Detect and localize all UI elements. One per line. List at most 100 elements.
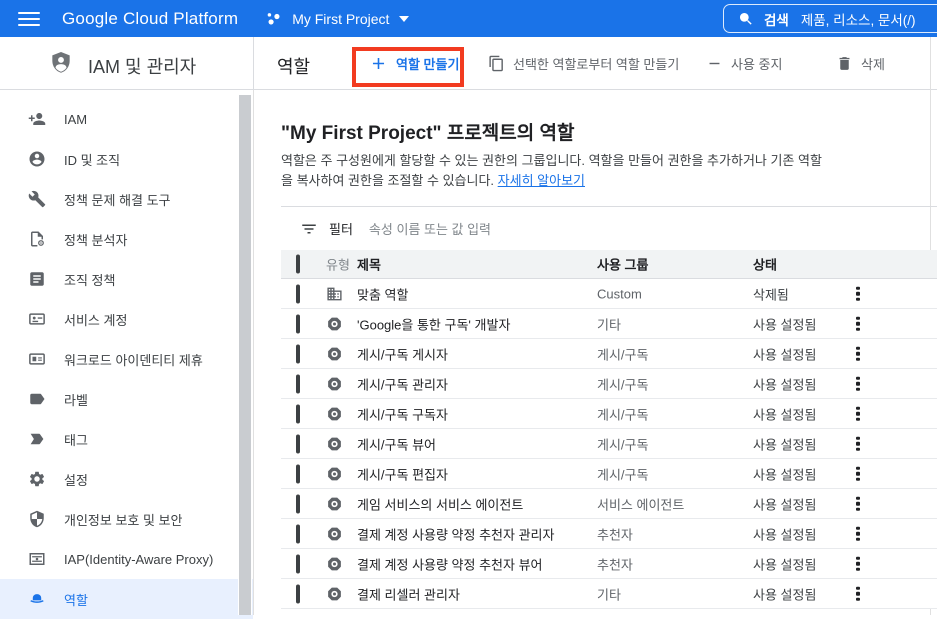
row-menu-icon[interactable]: [853, 433, 863, 454]
select-all-checkbox[interactable]: [296, 255, 300, 274]
filter-input[interactable]: 필터 속성 이름 또는 값 입력: [281, 207, 937, 250]
doc-gear-icon: [28, 230, 46, 248]
sidebar-item-workload-identity[interactable]: 워크로드 아이덴티티 제휴: [0, 339, 253, 379]
sidebar-item-privacy-security[interactable]: 개인정보 보호 및 보안: [0, 499, 253, 539]
sidebar-item-iap[interactable]: IAP(Identity-Aware Proxy): [0, 539, 253, 579]
role-group: Custom: [597, 286, 642, 301]
main-content: "My First Project" 프로젝트의 역할 역할은 주 구성원에게 …: [281, 90, 937, 615]
predefined-role-icon: [326, 315, 343, 332]
sidebar-item-label: 조직 정책: [64, 270, 115, 289]
table-row[interactable]: 결제 리셀러 관리자기타사용 설정됨: [281, 579, 937, 609]
sidebar-item-service-accounts[interactable]: 서비스 계정: [0, 299, 253, 339]
roles-table: 필터 속성 이름 또는 값 입력 유형 제목 사용 그룹 상태 맞춤 역할Cus…: [281, 206, 937, 609]
sidebar-item-policy-troubleshooter[interactable]: 정책 문제 해결 도구: [0, 179, 253, 219]
sidebar-item-label: 설정: [64, 470, 88, 489]
role-status: 사용 설정됨: [753, 404, 816, 423]
row-checkbox[interactable]: [296, 584, 300, 603]
role-status: 삭제됨: [753, 284, 789, 303]
table-row[interactable]: 맞춤 역할Custom삭제됨: [281, 279, 937, 309]
sidebar-item-iam[interactable]: IAM: [0, 99, 253, 139]
row-checkbox[interactable]: [296, 284, 300, 303]
role-title: 결제 리셀러 관리자: [357, 584, 460, 603]
role-group: 서비스 에이전트: [597, 494, 684, 513]
role-group: 추천자: [597, 524, 633, 543]
table-row[interactable]: 결제 계정 사용량 약정 추천자 뷰어추천자사용 설정됨: [281, 549, 937, 579]
col-header-type: 유형: [326, 255, 350, 274]
row-checkbox[interactable]: [296, 524, 300, 543]
roles-hat-icon: [28, 590, 46, 608]
row-menu-icon[interactable]: [853, 313, 863, 334]
role-status: 사용 설정됨: [753, 344, 816, 363]
sidebar-scrollbar[interactable]: [238, 95, 252, 615]
row-checkbox[interactable]: [296, 374, 300, 393]
brand-logo[interactable]: Google Cloud Platform: [62, 9, 238, 29]
row-checkbox[interactable]: [296, 494, 300, 513]
role-title: 결제 계정 사용량 약정 추천자 관리자: [357, 524, 554, 543]
filter-icon: [300, 220, 318, 238]
disable-role-button[interactable]: 사용 중지: [706, 37, 782, 89]
row-menu-icon[interactable]: [853, 523, 863, 544]
row-menu-icon[interactable]: [853, 403, 863, 424]
row-menu-icon[interactable]: [853, 553, 863, 574]
service-account-icon: [28, 310, 46, 328]
search-input[interactable]: 검색 제품, 리소스, 문서(/): [723, 4, 937, 33]
role-title: 게시/구독 관리자: [357, 374, 448, 393]
table-row[interactable]: 게시/구독 편집자게시/구독사용 설정됨: [281, 459, 937, 489]
row-checkbox[interactable]: [296, 554, 300, 573]
project-switcher[interactable]: My First Project: [264, 9, 409, 29]
row-checkbox[interactable]: [296, 314, 300, 333]
role-status: 사용 설정됨: [753, 524, 816, 543]
sidebar-item-org-policies[interactable]: 조직 정책: [0, 259, 253, 299]
filter-placeholder: 속성 이름 또는 값 입력: [369, 219, 491, 238]
row-checkbox[interactable]: [296, 464, 300, 483]
predefined-role-icon: [326, 405, 343, 422]
role-group: 게시/구독: [597, 344, 648, 363]
row-menu-icon[interactable]: [853, 463, 863, 484]
role-group: 게시/구독: [597, 374, 648, 393]
sidebar-nav: IAMID 및 조직정책 문제 해결 도구정책 분석자조직 정책서비스 계정워크…: [0, 90, 254, 615]
row-menu-icon[interactable]: [853, 493, 863, 514]
row-menu-icon[interactable]: [853, 583, 863, 604]
product-name: IAM 및 관리자: [88, 53, 196, 79]
table-row[interactable]: 게시/구독 관리자게시/구독사용 설정됨: [281, 369, 937, 399]
sidebar-item-label: 태그: [64, 430, 88, 449]
article-icon: [28, 270, 46, 288]
row-checkbox[interactable]: [296, 434, 300, 453]
sidebar-item-label: 역할: [64, 590, 88, 609]
role-title: 게임 서비스의 서비스 에이전트: [357, 494, 523, 513]
sidebar-item-labels[interactable]: 라벨: [0, 379, 253, 419]
row-menu-icon[interactable]: [853, 283, 863, 304]
row-menu-icon[interactable]: [853, 343, 863, 364]
predefined-role-icon: [326, 345, 343, 362]
sidebar-item-id-organization[interactable]: ID 및 조직: [0, 139, 253, 179]
create-role-from-selection-button[interactable]: 선택한 역할로부터 역할 만들기: [488, 37, 679, 89]
sidebar-item-label: 서비스 계정: [64, 310, 127, 329]
table-row[interactable]: 'Google을 통한 구독' 개발자기타사용 설정됨: [281, 309, 937, 339]
role-title: 게시/구독 게시자: [357, 344, 448, 363]
row-checkbox[interactable]: [296, 404, 300, 423]
iam-admin-icon: [48, 50, 74, 76]
table-row[interactable]: 게시/구독 구독자게시/구독사용 설정됨: [281, 399, 937, 429]
table-row[interactable]: 결제 계정 사용량 약정 추천자 관리자 추천자 사용 설정됨: [281, 519, 937, 549]
predefined-role-icon: [326, 435, 343, 452]
table-row[interactable]: 게시/구독 게시자 게시/구독 사용 설정됨: [281, 339, 937, 369]
sidebar-item-label: IAP(Identity-Aware Proxy): [64, 552, 213, 567]
role-title: 게시/구독 구독자: [357, 404, 448, 423]
search-icon: [738, 11, 754, 27]
role-group: 기타: [597, 584, 621, 603]
table-row[interactable]: 게시/구독 뷰어게시/구독사용 설정됨: [281, 429, 937, 459]
learn-more-link[interactable]: 자세히 알아보기: [498, 173, 585, 188]
sidebar-item-policy-analyzer[interactable]: 정책 분석자: [0, 219, 253, 259]
menu-icon[interactable]: [18, 7, 42, 31]
tag-icon: [28, 430, 46, 448]
sidebar-item-roles[interactable]: 역할: [0, 579, 253, 619]
predefined-role-icon: [326, 375, 343, 392]
sidebar-item-tags[interactable]: 태그: [0, 419, 253, 459]
sidebar-item-settings[interactable]: 설정: [0, 459, 253, 499]
iap-icon: [28, 550, 46, 568]
delete-role-button[interactable]: 삭제: [836, 37, 885, 89]
table-row[interactable]: 게임 서비스의 서비스 에이전트서비스 에이전트사용 설정됨: [281, 489, 937, 519]
row-menu-icon[interactable]: [853, 373, 863, 394]
row-checkbox[interactable]: [296, 344, 300, 363]
gcp-roles-page: { "colors":{"accent_blue":"#1a73e8","ann…: [0, 0, 937, 615]
